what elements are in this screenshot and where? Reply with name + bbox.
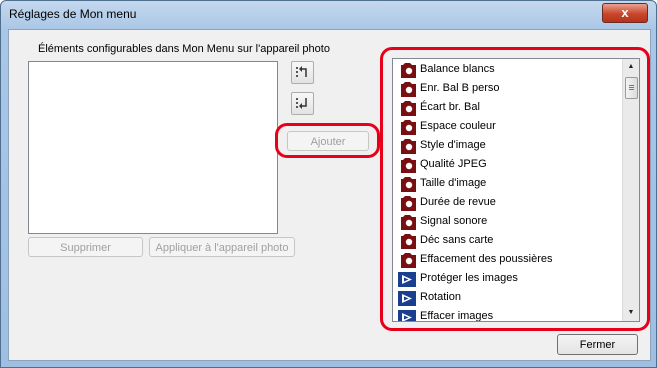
supprimer-button[interactable]: Supprimer [28,237,143,257]
shooting-menu-icon [397,138,417,155]
shooting-menu-icon [397,81,417,98]
list-item-label: Taille d'image [420,177,487,189]
settings-window: Réglages de Mon menu x Éléments configur… [0,0,657,368]
title-bar: Réglages de Mon menu x [1,1,656,29]
list-item-label: Écart br. Bal [420,101,480,113]
shooting-menu-icon [397,62,417,79]
shooting-menu-icon [397,214,417,231]
list-item-label: Protéger les images [420,272,518,284]
list-item[interactable]: Taille d'image [397,175,627,194]
list-item-label: Espace couleur [420,120,496,132]
list-item[interactable]: Qualité JPEG [397,156,627,175]
scroll-down-arrow[interactable]: ▼ [623,305,639,321]
dialog-body: Éléments configurables dans Mon Menu sur… [8,29,651,361]
shooting-menu-icon [397,119,417,136]
list-item[interactable]: Écart br. Bal [397,99,627,118]
list-item-label: Signal sonore [420,215,488,227]
list-item[interactable]: Espace couleur [397,118,627,137]
playback-menu-icon [397,271,417,288]
configurable-items-label: Éléments configurables dans Mon Menu sur… [38,43,330,55]
scroll-thumb[interactable] [625,77,638,99]
list-item-label: Effacement des poussières [420,253,553,265]
list-item-label: Enr. Bal B perso [420,82,500,94]
shooting-menu-icon [397,157,417,174]
move-down-button[interactable] [291,92,314,115]
list-item[interactable]: Rotation [397,289,627,308]
shooting-menu-icon [397,176,417,193]
list-item-label: Qualité JPEG [420,158,487,170]
list-item[interactable]: Signal sonore [397,213,627,232]
ajouter-button[interactable]: Ajouter [287,131,369,151]
list-item-label: Déc sans carte [420,234,494,246]
list-item[interactable]: Protéger les images [397,270,627,289]
shooting-menu-icon [397,100,417,117]
shooting-menu-icon [397,195,417,212]
move-up-icon [296,66,307,77]
list-item[interactable]: Déc sans carte [397,232,627,251]
playback-menu-icon [397,290,417,307]
playback-menu-icon [397,309,417,321]
my-menu-list[interactable] [28,61,278,234]
fermer-button[interactable]: Fermer [557,334,638,355]
list-item[interactable]: Effacer images [397,308,627,322]
list-item[interactable]: Durée de revue [397,194,627,213]
shooting-menu-icon [397,233,417,250]
list-item[interactable]: Balance blancs [397,61,627,80]
appliquer-button[interactable]: Appliquer à l'appareil photo [149,237,295,257]
available-items-list[interactable]: Balance blancs Enr. Bal B perso Écart br. … [392,58,640,322]
close-button[interactable]: x [602,3,648,23]
list-item[interactable]: Style d'image [397,137,627,156]
list-item[interactable]: Effacement des poussières [397,251,627,270]
window-title: Réglages de Mon menu [9,7,137,21]
shooting-menu-icon [397,252,417,269]
list-item-label: Durée de revue [420,196,496,208]
list-item[interactable]: Enr. Bal B perso [397,80,627,99]
move-up-button[interactable] [291,61,314,84]
scroll-up-arrow[interactable]: ▲ [623,59,639,75]
scrollbar[interactable]: ▲ ▼ [622,59,639,321]
list-item-label: Style d'image [420,139,486,151]
move-down-icon [296,98,307,109]
list-item-label: Rotation [420,291,461,303]
list-item-label: Balance blancs [420,63,495,75]
list-item-label: Effacer images [420,310,494,322]
